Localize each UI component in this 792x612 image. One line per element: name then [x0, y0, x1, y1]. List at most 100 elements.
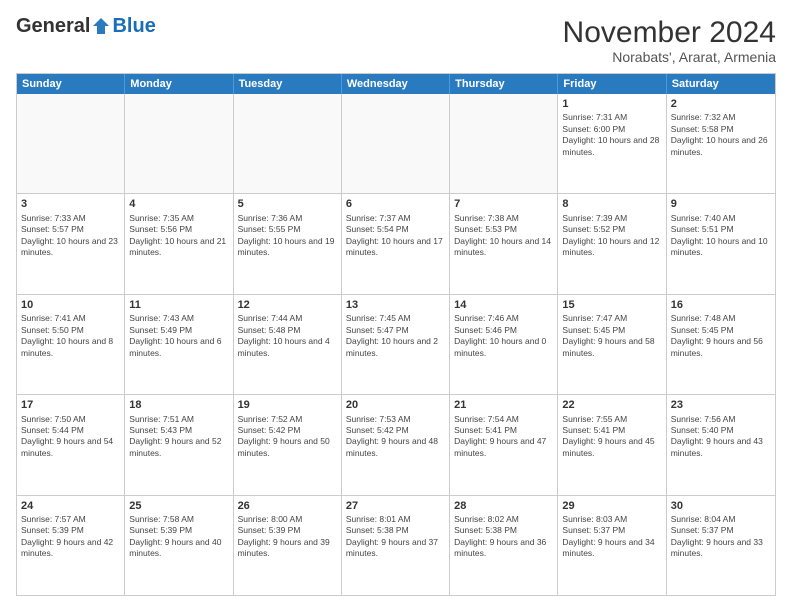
day-number: 17 — [21, 398, 120, 412]
day-info: Sunrise: 8:04 AM Sunset: 5:37 PM Dayligh… — [671, 514, 771, 560]
day-number: 28 — [454, 499, 553, 513]
day-info: Sunrise: 7:46 AM Sunset: 5:46 PM Dayligh… — [454, 313, 553, 359]
day-number: 16 — [671, 298, 771, 312]
empty-cell-r0-c4 — [450, 94, 558, 193]
calendar-row-4: 24Sunrise: 7:57 AM Sunset: 5:39 PM Dayli… — [17, 495, 775, 595]
day-info: Sunrise: 7:57 AM Sunset: 5:39 PM Dayligh… — [21, 514, 120, 560]
calendar-row-3: 17 Sunrise: 7:50 AM Sunset: 5:44 PM Dayli… — [17, 394, 775, 494]
day-cell-23: 23 Sunrise: 7:56 AM Sunset: 5:40 PM Dayli… — [667, 395, 775, 494]
day-number: 20 — [346, 398, 445, 412]
page: General Blue November 2024 Norabats', Ar… — [0, 0, 792, 612]
day-cell-17: 17 Sunrise: 7:50 AM Sunset: 5:44 PM Dayli… — [17, 395, 125, 494]
day-number: 24 — [21, 499, 120, 513]
day-info: Sunrise: 7:50 AM Sunset: 5:44 PM Dayligh… — [21, 414, 120, 460]
day-number: 19 — [238, 398, 337, 412]
day-number: 21 — [454, 398, 553, 412]
day-info: Sunrise: 7:33 AM Sunset: 5:57 PM Dayligh… — [21, 213, 120, 259]
day-number: 2 — [671, 97, 771, 111]
day-info: Sunrise: 7:31 AM Sunset: 6:00 PM Dayligh… — [562, 112, 661, 158]
title-block: November 2024 Norabats', Ararat, Armenia — [563, 16, 776, 65]
calendar: SundayMondayTuesdayWednesdayThursdayFrid… — [16, 73, 776, 596]
day-cell-24: 24Sunrise: 7:57 AM Sunset: 5:39 PM Dayli… — [17, 496, 125, 595]
day-cell-9: 9 Sunrise: 7:40 AM Sunset: 5:51 PM Daylig… — [667, 194, 775, 293]
day-cell-22: 22Sunrise: 7:55 AM Sunset: 5:41 PM Dayli… — [558, 395, 666, 494]
day-cell-4: 4Sunrise: 7:35 AM Sunset: 5:56 PM Daylig… — [125, 194, 233, 293]
weekday-header-wednesday: Wednesday — [342, 74, 450, 94]
day-cell-6: 6 Sunrise: 7:37 AM Sunset: 5:54 PM Daylig… — [342, 194, 450, 293]
day-number: 9 — [671, 197, 771, 211]
day-info: Sunrise: 7:55 AM Sunset: 5:41 PM Dayligh… — [562, 414, 661, 460]
logo-icon — [91, 16, 111, 36]
day-cell-26: 26Sunrise: 8:00 AM Sunset: 5:39 PM Dayli… — [234, 496, 342, 595]
weekday-header-monday: Monday — [125, 74, 233, 94]
day-cell-29: 29Sunrise: 8:03 AM Sunset: 5:37 PM Dayli… — [558, 496, 666, 595]
day-info: Sunrise: 7:41 AM Sunset: 5:50 PM Dayligh… — [21, 313, 120, 359]
weekday-header-saturday: Saturday — [667, 74, 775, 94]
day-number: 29 — [562, 499, 661, 513]
day-cell-8: 8 Sunrise: 7:39 AM Sunset: 5:52 PM Daylig… — [558, 194, 666, 293]
empty-cell-r0-c2 — [234, 94, 342, 193]
day-cell-19: 19 Sunrise: 7:52 AM Sunset: 5:42 PM Dayli… — [234, 395, 342, 494]
day-number: 8 — [562, 197, 661, 211]
day-number: 26 — [238, 499, 337, 513]
day-cell-21: 21Sunrise: 7:54 AM Sunset: 5:41 PM Dayli… — [450, 395, 558, 494]
day-cell-2: 2Sunrise: 7:32 AM Sunset: 5:58 PM Daylig… — [667, 94, 775, 193]
day-cell-16: 16Sunrise: 7:48 AM Sunset: 5:45 PM Dayli… — [667, 295, 775, 394]
day-cell-28: 28Sunrise: 8:02 AM Sunset: 5:38 PM Dayli… — [450, 496, 558, 595]
day-info: Sunrise: 8:00 AM Sunset: 5:39 PM Dayligh… — [238, 514, 337, 560]
weekday-header-friday: Friday — [558, 74, 666, 94]
day-info: Sunrise: 7:39 AM Sunset: 5:52 PM Dayligh… — [562, 213, 661, 259]
day-info: Sunrise: 7:36 AM Sunset: 5:55 PM Dayligh… — [238, 213, 337, 259]
weekday-header-sunday: Sunday — [17, 74, 125, 94]
day-number: 10 — [21, 298, 120, 312]
day-info: Sunrise: 7:43 AM Sunset: 5:49 PM Dayligh… — [129, 313, 228, 359]
day-cell-12: 12Sunrise: 7:44 AM Sunset: 5:48 PM Dayli… — [234, 295, 342, 394]
day-info: Sunrise: 7:37 AM Sunset: 5:54 PM Dayligh… — [346, 213, 445, 259]
day-number: 12 — [238, 298, 337, 312]
day-cell-11: 11Sunrise: 7:43 AM Sunset: 5:49 PM Dayli… — [125, 295, 233, 394]
day-number: 3 — [21, 197, 120, 211]
empty-cell-r0-c3 — [342, 94, 450, 193]
header: General Blue November 2024 Norabats', Ar… — [16, 16, 776, 65]
day-info: Sunrise: 7:58 AM Sunset: 5:39 PM Dayligh… — [129, 514, 228, 560]
month-title: November 2024 — [563, 16, 776, 49]
day-number: 5 — [238, 197, 337, 211]
day-info: Sunrise: 8:03 AM Sunset: 5:37 PM Dayligh… — [562, 514, 661, 560]
day-info: Sunrise: 7:52 AM Sunset: 5:42 PM Dayligh… — [238, 414, 337, 460]
day-number: 14 — [454, 298, 553, 312]
day-number: 1 — [562, 97, 661, 111]
empty-cell-r0-c1 — [125, 94, 233, 193]
day-number: 30 — [671, 499, 771, 513]
day-cell-3: 3 Sunrise: 7:33 AM Sunset: 5:57 PM Daylig… — [17, 194, 125, 293]
day-cell-13: 13Sunrise: 7:45 AM Sunset: 5:47 PM Dayli… — [342, 295, 450, 394]
day-info: Sunrise: 7:32 AM Sunset: 5:58 PM Dayligh… — [671, 112, 771, 158]
location: Norabats', Ararat, Armenia — [563, 49, 776, 65]
day-number: 25 — [129, 499, 228, 513]
calendar-header: SundayMondayTuesdayWednesdayThursdayFrid… — [17, 74, 775, 94]
day-info: Sunrise: 7:40 AM Sunset: 5:51 PM Dayligh… — [671, 213, 771, 259]
day-info: Sunrise: 8:02 AM Sunset: 5:38 PM Dayligh… — [454, 514, 553, 560]
calendar-row-0: 1Sunrise: 7:31 AM Sunset: 6:00 PM Daylig… — [17, 94, 775, 193]
day-cell-27: 27Sunrise: 8:01 AM Sunset: 5:38 PM Dayli… — [342, 496, 450, 595]
empty-cell-r0-c0 — [17, 94, 125, 193]
day-number: 6 — [346, 197, 445, 211]
day-info: Sunrise: 7:51 AM Sunset: 5:43 PM Dayligh… — [129, 414, 228, 460]
day-cell-18: 18Sunrise: 7:51 AM Sunset: 5:43 PM Dayli… — [125, 395, 233, 494]
day-info: Sunrise: 7:53 AM Sunset: 5:42 PM Dayligh… — [346, 414, 445, 460]
day-cell-5: 5 Sunrise: 7:36 AM Sunset: 5:55 PM Daylig… — [234, 194, 342, 293]
day-number: 23 — [671, 398, 771, 412]
day-number: 13 — [346, 298, 445, 312]
day-cell-15: 15Sunrise: 7:47 AM Sunset: 5:45 PM Dayli… — [558, 295, 666, 394]
day-info: Sunrise: 7:35 AM Sunset: 5:56 PM Dayligh… — [129, 213, 228, 259]
day-number: 27 — [346, 499, 445, 513]
day-info: Sunrise: 7:56 AM Sunset: 5:40 PM Dayligh… — [671, 414, 771, 460]
logo-blue-text: Blue — [112, 16, 155, 36]
day-info: Sunrise: 8:01 AM Sunset: 5:38 PM Dayligh… — [346, 514, 445, 560]
day-number: 15 — [562, 298, 661, 312]
day-info: Sunrise: 7:45 AM Sunset: 5:47 PM Dayligh… — [346, 313, 445, 359]
day-cell-25: 25Sunrise: 7:58 AM Sunset: 5:39 PM Dayli… — [125, 496, 233, 595]
day-cell-14: 14Sunrise: 7:46 AM Sunset: 5:46 PM Dayli… — [450, 295, 558, 394]
calendar-body: 1Sunrise: 7:31 AM Sunset: 6:00 PM Daylig… — [17, 94, 775, 595]
day-cell-7: 7Sunrise: 7:38 AM Sunset: 5:53 PM Daylig… — [450, 194, 558, 293]
day-cell-1: 1Sunrise: 7:31 AM Sunset: 6:00 PM Daylig… — [558, 94, 666, 193]
